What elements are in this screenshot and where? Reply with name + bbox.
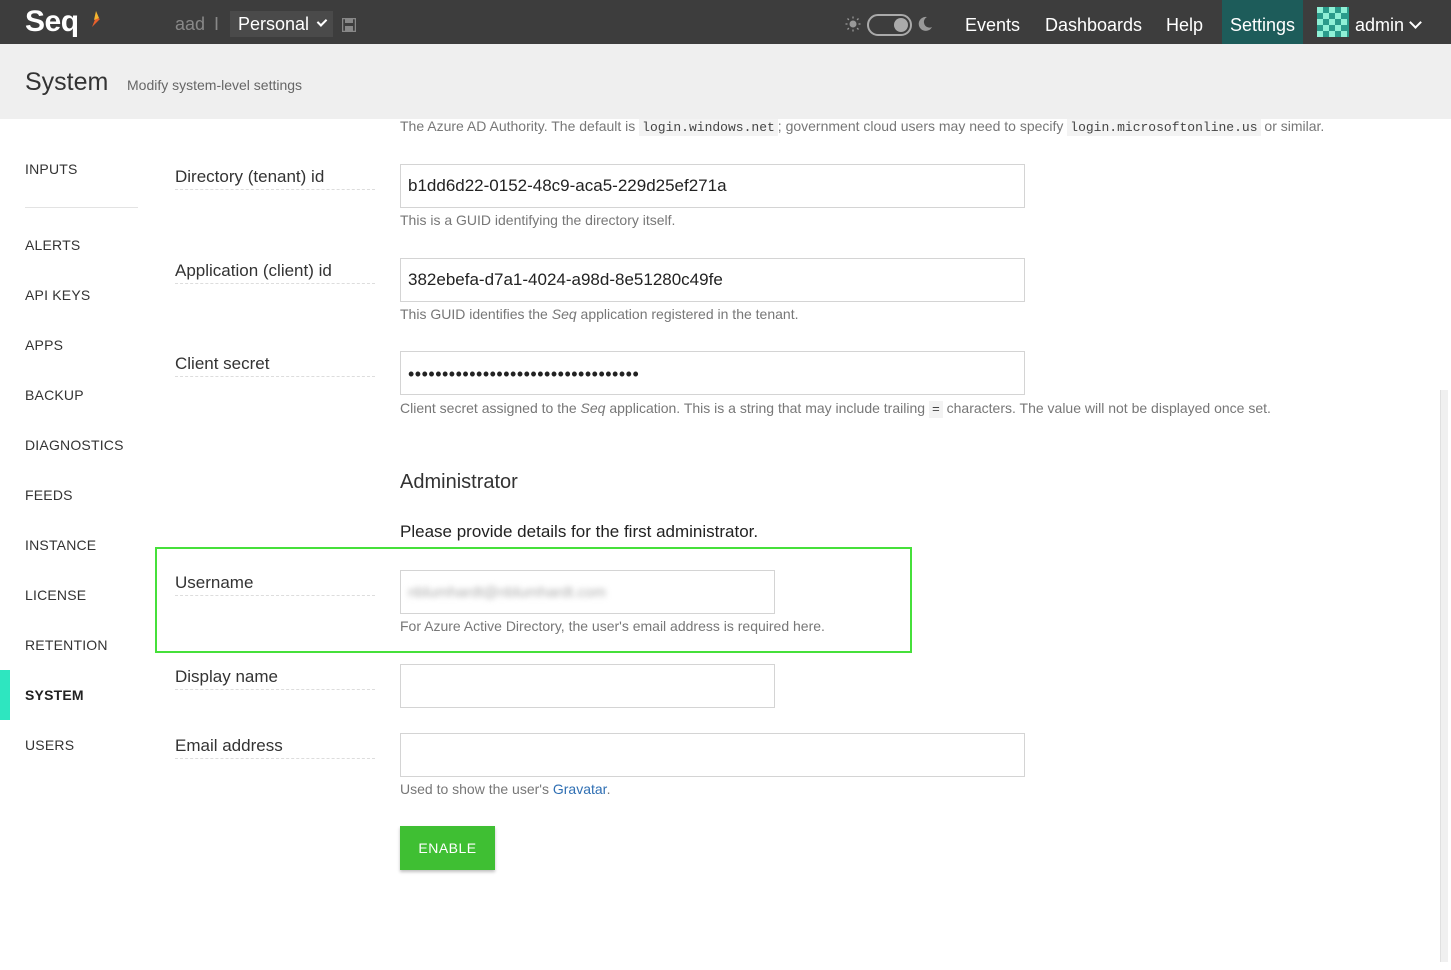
- chevron-down-icon[interactable]: [1409, 16, 1422, 29]
- nav-settings[interactable]: Settings: [1222, 0, 1303, 44]
- authority-help: The Azure AD Authority. The default is l…: [400, 118, 1325, 136]
- client-id-input[interactable]: [400, 258, 1025, 302]
- sidebar-item-inputs[interactable]: INPUTS: [25, 161, 78, 177]
- nav-dashboards[interactable]: Dashboards: [1045, 0, 1142, 44]
- seq-logo-mark-icon: [92, 11, 100, 27]
- client-id-help-text: application registered in the tenant.: [576, 306, 799, 322]
- administrator-heading: Administrator: [400, 471, 518, 493]
- seq-logo[interactable]: Seq: [25, 5, 79, 39]
- save-icon[interactable]: [342, 18, 356, 32]
- equals-code: =: [928, 401, 943, 418]
- workspace-select-value: Personal: [238, 13, 310, 34]
- sidebar-item-instance[interactable]: INSTANCE: [25, 537, 96, 553]
- authority-default-code: login.windows.net: [639, 119, 778, 136]
- authority-help-text: The Azure AD Authority. The default is: [400, 118, 640, 134]
- sidebar-active-indicator: [0, 670, 10, 720]
- display-name-label: Display name: [175, 667, 375, 690]
- email-label: Email address: [175, 736, 375, 759]
- nav-help[interactable]: Help: [1166, 0, 1203, 44]
- email-help: Used to show the user's Gravatar.: [400, 781, 610, 797]
- sidebar-item-alerts[interactable]: ALERTS: [25, 237, 80, 253]
- client-secret-input[interactable]: ••••••••••••••••••••••••••••••••••: [400, 351, 1025, 395]
- scrollbar[interactable]: [1440, 390, 1448, 962]
- workspace-label: aad: [175, 14, 206, 34]
- sun-icon: [845, 16, 861, 32]
- tenant-id-input[interactable]: [400, 164, 1025, 208]
- client-secret-help: Client secret assigned to the Seq applic…: [400, 400, 1271, 418]
- nav-events[interactable]: Events: [965, 0, 1020, 44]
- client-secret-help-text: characters. The value will not be displa…: [942, 400, 1271, 416]
- moon-icon: [918, 16, 932, 31]
- chevron-down-icon: [316, 16, 328, 27]
- sidebar-divider: [25, 207, 138, 208]
- theme-toggle-knob: [894, 18, 908, 32]
- email-input[interactable]: [400, 733, 1025, 777]
- sidebar-item-system[interactable]: SYSTEM: [25, 687, 84, 703]
- theme-toggle[interactable]: [867, 14, 912, 36]
- administrator-intro: Please provide details for the first adm…: [400, 522, 759, 541]
- client-secret-label: Client secret: [175, 354, 375, 377]
- user-menu[interactable]: admin: [1355, 0, 1404, 44]
- tenant-id-help: This is a GUID identifying the directory…: [400, 212, 676, 228]
- sidebar-item-feeds[interactable]: FEEDS: [25, 487, 73, 503]
- client-id-help: This GUID identifies the Seq application…: [400, 306, 798, 322]
- client-secret-help-text: Client secret assigned to the: [400, 400, 581, 416]
- client-secret-help-text: application. This is a string that may i…: [605, 400, 929, 416]
- username-input[interactable]: nblumhardt@nblumhardt.com: [400, 570, 775, 614]
- sidebar-item-apps[interactable]: APPS: [25, 337, 63, 353]
- sidebar-item-diagnostics[interactable]: DIAGNOSTICS: [25, 437, 124, 453]
- seq-emphasis: Seq: [580, 400, 606, 416]
- page-title: System: [25, 68, 109, 96]
- username-label: Username: [175, 573, 375, 596]
- authority-help-text: ; government cloud users may need to spe…: [777, 118, 1068, 134]
- authority-gov-code: login.microsoftonline.us: [1067, 119, 1261, 136]
- sidebar-item-users[interactable]: USERS: [25, 737, 74, 753]
- tenant-id-label: Directory (tenant) id: [175, 167, 375, 190]
- enable-button[interactable]: ENABLE: [400, 826, 495, 870]
- page-header: System Modify system-level settings: [0, 44, 1451, 119]
- top-bar: Seq aad I Personal Events Dashboards Hel…: [0, 0, 1451, 44]
- page-subtitle: Modify system-level settings: [127, 77, 303, 93]
- sidebar-item-license[interactable]: LICENSE: [25, 587, 86, 603]
- sidebar-item-api-keys[interactable]: API KEYS: [25, 287, 90, 303]
- sidebar-item-retention[interactable]: RETENTION: [25, 637, 108, 653]
- workspace-separator: I: [214, 14, 220, 34]
- username-value: nblumhardt@nblumhardt.com: [408, 584, 606, 601]
- client-id-help-text: This GUID identifies the: [400, 306, 552, 322]
- sidebar-item-backup[interactable]: BACKUP: [25, 387, 84, 403]
- authority-help-text: or similar.: [1260, 118, 1325, 134]
- email-help-text: .: [606, 781, 611, 797]
- avatar[interactable]: [1317, 7, 1349, 37]
- seq-emphasis: Seq: [551, 306, 577, 322]
- display-name-input[interactable]: [400, 664, 775, 708]
- email-help-text: Used to show the user's: [400, 781, 553, 797]
- client-id-label: Application (client) id: [175, 261, 375, 284]
- username-help: For Azure Active Directory, the user's e…: [400, 618, 825, 634]
- gravatar-link[interactable]: Gravatar: [553, 781, 607, 797]
- workspace-select[interactable]: Personal: [230, 11, 333, 37]
